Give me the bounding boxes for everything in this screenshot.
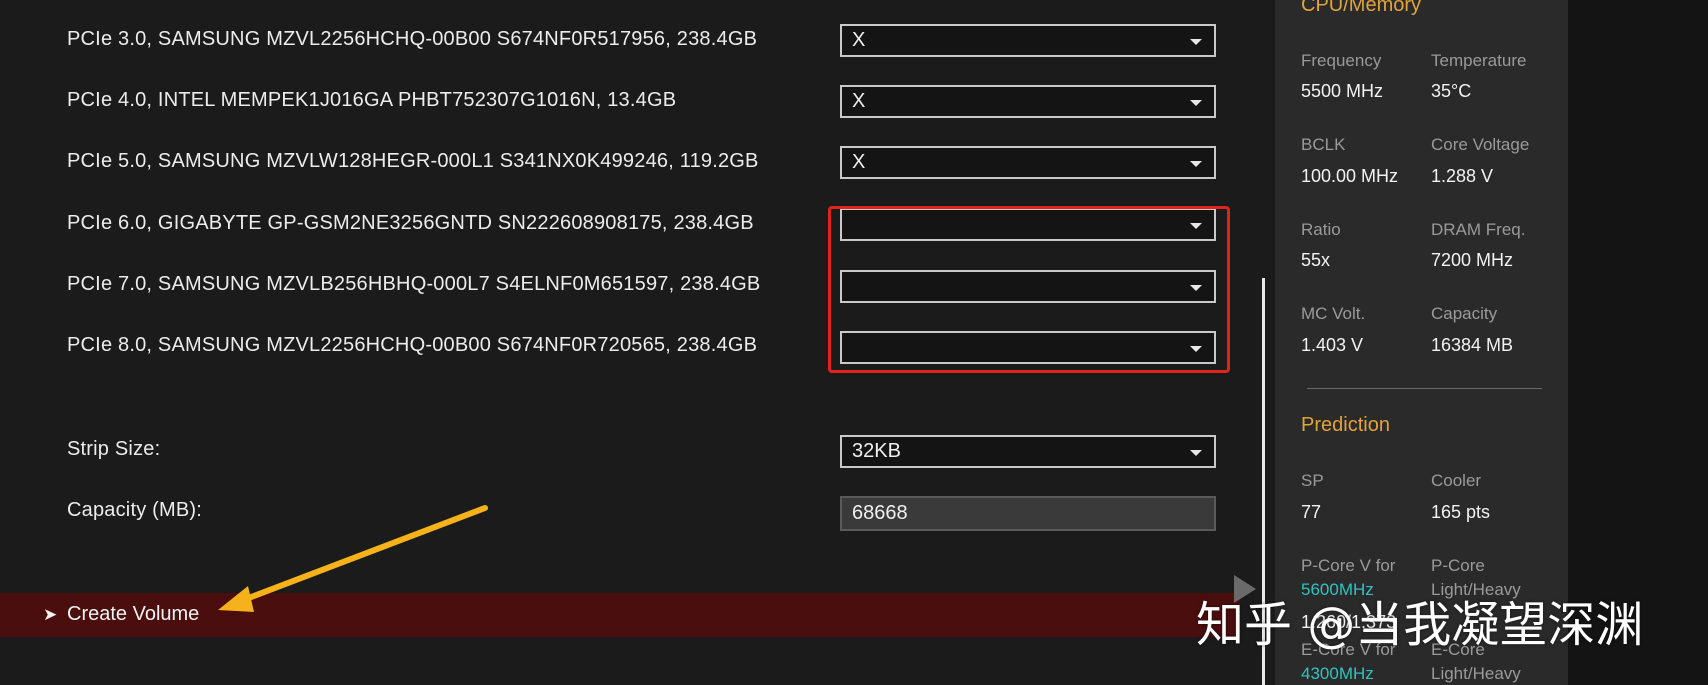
mc-volt-label: MC Volt. [1301,304,1366,323]
capacity-sidebar-label: Capacity [1431,304,1498,323]
annotation-arrow-icon [218,505,488,612]
dram-freq-value: 7200 MHz [1431,250,1514,270]
bclk-value: 100.00 MHz [1301,166,1399,186]
prediction-title: Prediction [1301,414,1390,436]
temperature-value: 35°C [1431,81,1472,101]
watermark-text: 知乎 @当我凝望深渊 [1196,597,1644,653]
core-voltage-label: Core Voltage [1431,135,1530,154]
ecore-v-freq: 4300MHz [1301,664,1374,683]
temperature-label: Temperature [1431,51,1527,70]
ratio-value: 55x [1301,250,1331,270]
cooler-label: Cooler [1431,471,1482,490]
bclk-label: BCLK [1301,135,1346,154]
cpu-memory-title: CPU/Memory [1301,0,1422,16]
frequency-value: 5500 MHz [1301,81,1384,101]
capacity-sidebar-value: 16384 MB [1431,335,1514,355]
pcore-v-label: P-Core V for [1301,556,1396,575]
dram-freq-label: DRAM Freq. [1431,220,1526,239]
ecore-lh-sub: Light/Heavy [1431,664,1521,683]
sidebar-edge [1568,0,1708,685]
sidebar-divider [1307,388,1542,389]
cooler-value: 165 pts [1431,502,1491,522]
frequency-label: Frequency [1301,51,1382,70]
mc-volt-value: 1.403 V [1301,335,1364,355]
raid-config-panel: PCIe 3.0, SAMSUNG MZVL2256HCHQ-00B00 S67… [0,0,1275,685]
sp-value: 77 [1301,502,1322,522]
pcore-lh-label: P-Core [1431,556,1485,575]
ratio-label: Ratio [1301,220,1341,239]
core-voltage-value: 1.288 V [1431,166,1494,186]
sp-label: SP [1301,471,1324,490]
